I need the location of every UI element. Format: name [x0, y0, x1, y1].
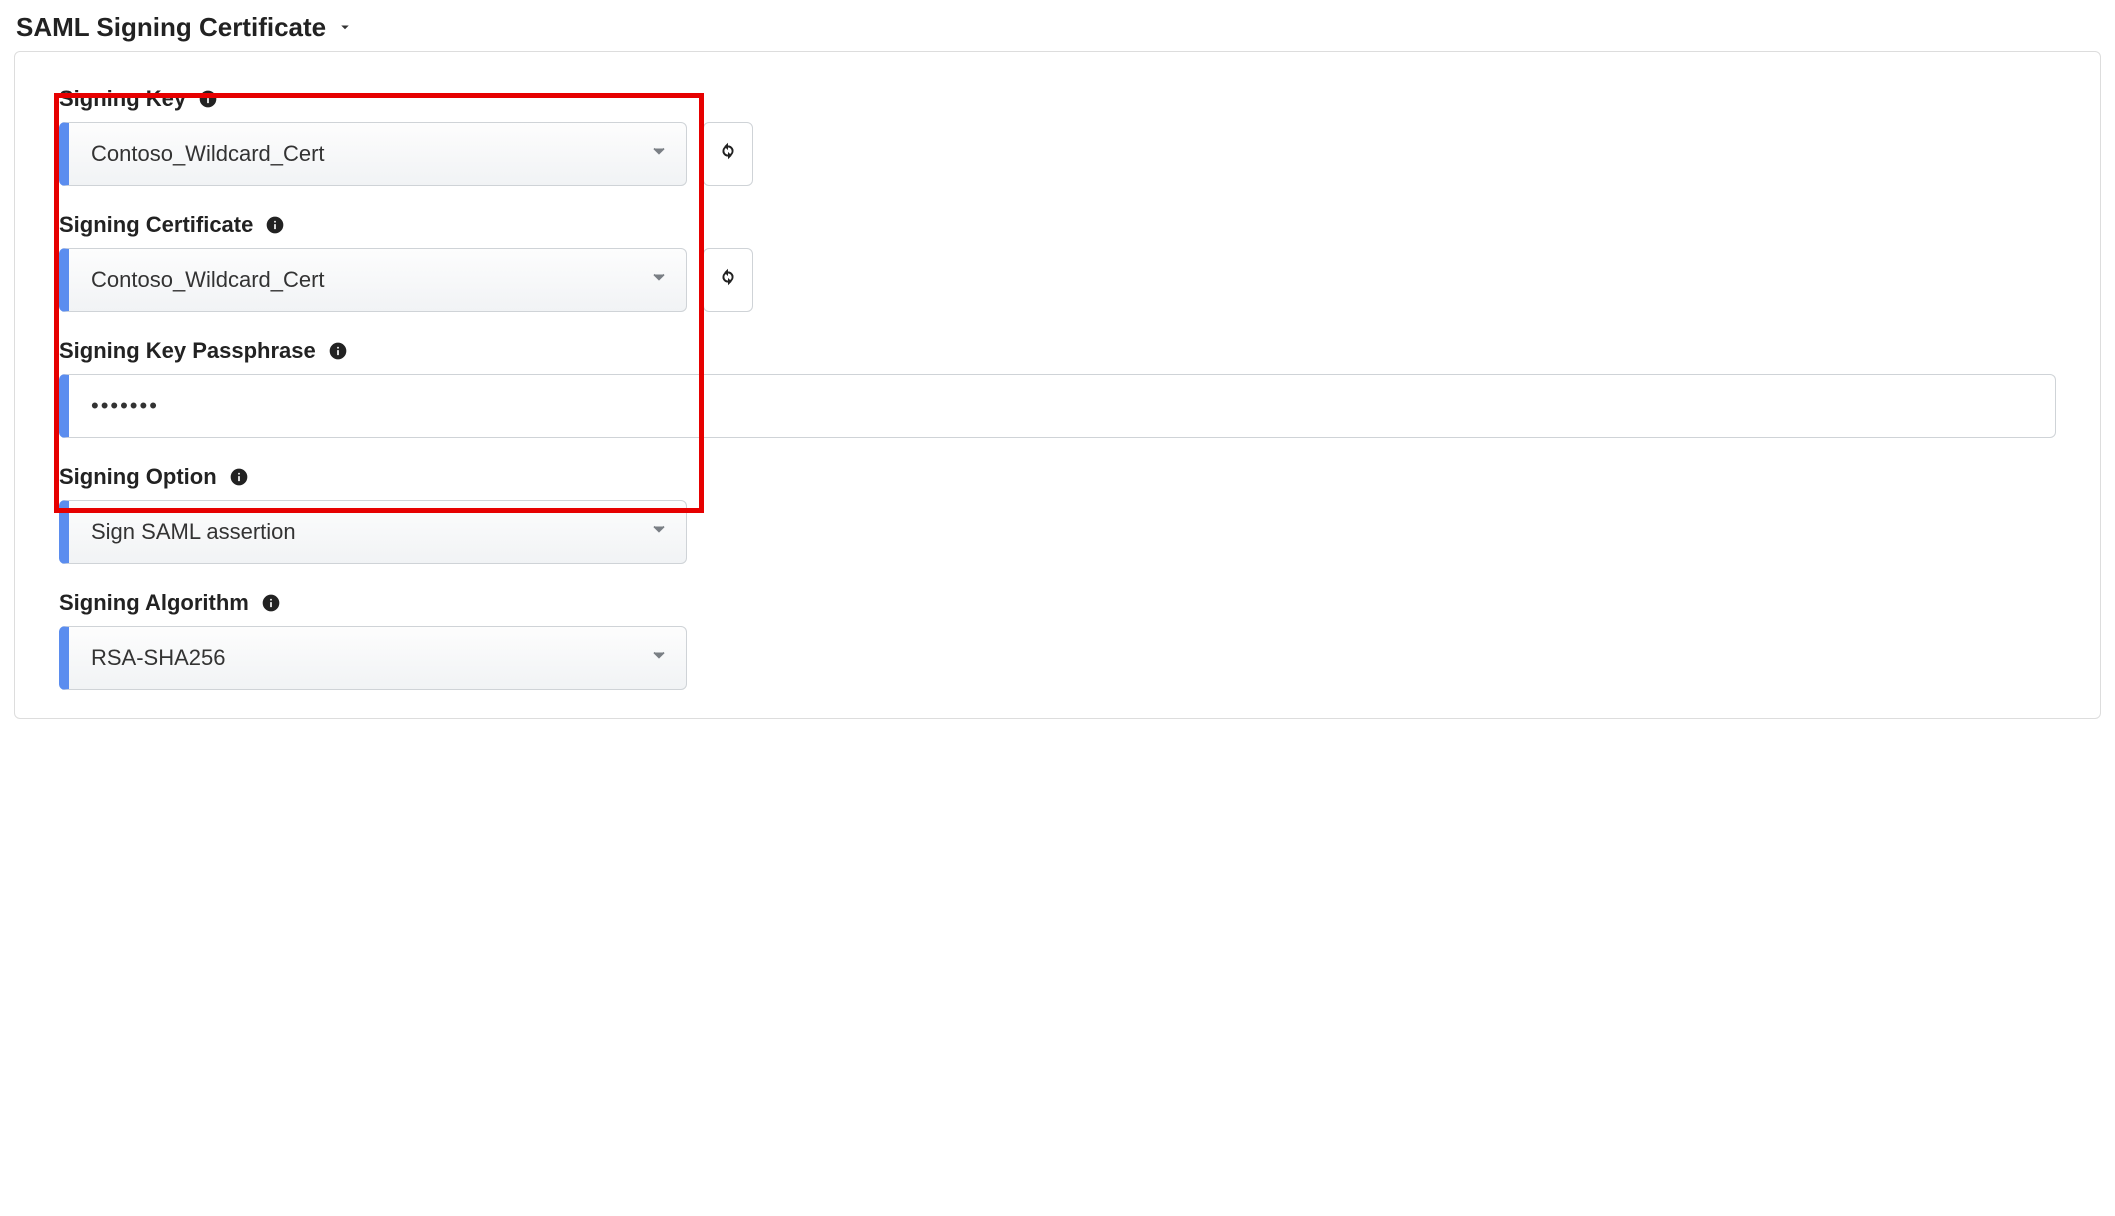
signing-algorithm-label: Signing Algorithm: [59, 590, 249, 616]
field-signing-key: Signing Key Contoso_Wildcard_Cert: [59, 86, 2056, 186]
info-icon[interactable]: [265, 215, 285, 235]
section-title-text: SAML Signing Certificate: [16, 12, 326, 43]
passphrase-input[interactable]: •••••••: [59, 374, 2056, 438]
info-icon[interactable]: [229, 467, 249, 487]
field-signing-key-passphrase: Signing Key Passphrase •••••••: [59, 338, 2056, 438]
signing-option-select[interactable]: Sign SAML assertion: [59, 500, 687, 564]
field-signing-certificate: Signing Certificate Contoso_Wildcard_Cer…: [59, 212, 2056, 312]
signing-algorithm-select[interactable]: RSA-SHA256: [59, 626, 687, 690]
signing-certificate-select[interactable]: Contoso_Wildcard_Cert: [59, 248, 687, 312]
info-icon[interactable]: [198, 89, 218, 109]
signing-option-value: Sign SAML assertion: [91, 519, 296, 545]
signing-key-value: Contoso_Wildcard_Cert: [91, 141, 325, 167]
signing-certificate-label: Signing Certificate: [59, 212, 253, 238]
info-icon[interactable]: [328, 341, 348, 361]
field-signing-option: Signing Option Sign SAML assertion: [59, 464, 2056, 564]
signing-certificate-value: Contoso_Wildcard_Cert: [91, 267, 325, 293]
refresh-icon: [717, 140, 739, 168]
signing-key-refresh-button[interactable]: [703, 122, 753, 186]
passphrase-value: •••••••: [91, 393, 159, 419]
passphrase-label: Signing Key Passphrase: [59, 338, 316, 364]
signing-algorithm-value: RSA-SHA256: [91, 645, 226, 671]
info-icon[interactable]: [261, 593, 281, 613]
section-header[interactable]: SAML Signing Certificate: [14, 10, 2101, 51]
field-signing-algorithm: Signing Algorithm RSA-SHA256: [59, 590, 2056, 690]
refresh-icon: [717, 266, 739, 294]
signing-key-select[interactable]: Contoso_Wildcard_Cert: [59, 122, 687, 186]
saml-signing-panel: Signing Key Contoso_Wildcard_Cert: [14, 51, 2101, 719]
caret-down-icon: [336, 12, 354, 43]
signing-certificate-refresh-button[interactable]: [703, 248, 753, 312]
signing-option-label: Signing Option: [59, 464, 217, 490]
signing-key-label: Signing Key: [59, 86, 186, 112]
